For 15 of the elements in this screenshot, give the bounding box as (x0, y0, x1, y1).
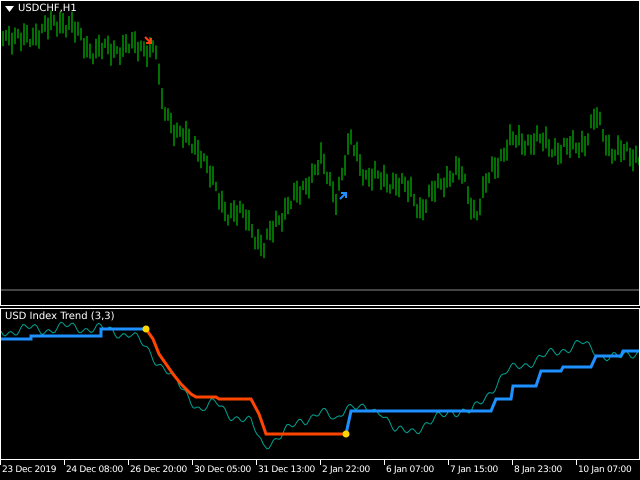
time-axis-label: 24 Dec 08:00 (66, 465, 123, 475)
chart-title: USDCHF,H1 (18, 3, 77, 14)
time-axis-label: 26 Dec 20:00 (130, 465, 187, 475)
arrow-icon (339, 192, 347, 200)
arrow-icon (144, 36, 152, 44)
time-axis-label: 6 Jan 07:00 (386, 465, 434, 475)
time-axis-label: 10 Jan 07:00 (578, 465, 632, 475)
caret-icon[interactable] (5, 6, 14, 12)
time-axis-label: 7 Jan 15:00 (450, 465, 498, 475)
indicator-title: USD Index Trend (3,3) (5, 311, 115, 322)
time-axis-label: 23 Dec 2019 (2, 465, 56, 475)
time-axis-label: 8 Jan 23:00 (514, 465, 562, 475)
time-axis-label: 30 Dec 05:00 (194, 465, 251, 475)
time-axis-label: 2 Jan 22:00 (322, 465, 370, 475)
time-axis-label: 31 Dec 13:00 (258, 465, 315, 475)
